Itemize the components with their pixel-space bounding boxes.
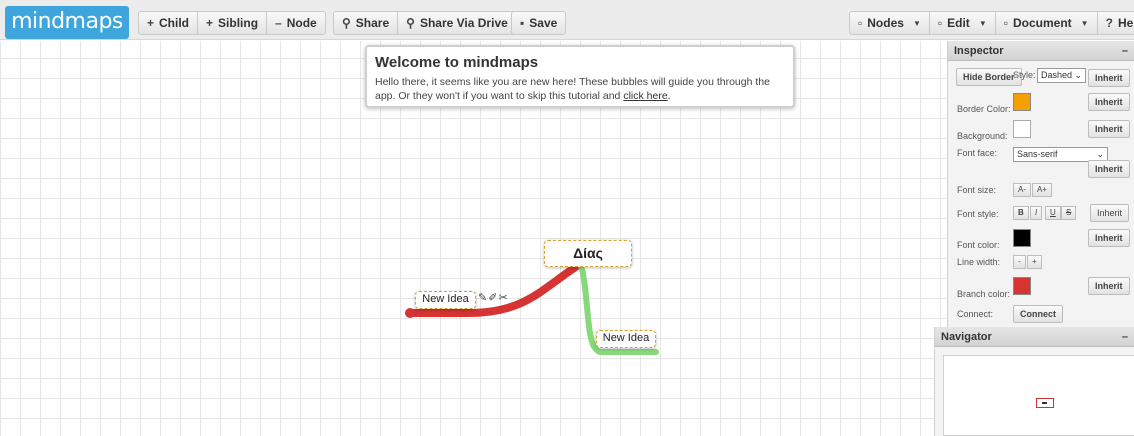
font-style-label: Font style: — [957, 209, 999, 219]
chevron-down-icon: ⌄ — [1074, 70, 1082, 80]
branch-color-label: Branch color: — [957, 289, 1011, 299]
child-node-right[interactable]: New Idea — [596, 330, 656, 348]
font-face-inherit-button[interactable]: Inherit — [1088, 160, 1130, 178]
bold-button[interactable]: B — [1013, 206, 1029, 220]
welcome-title: Welcome to mindmaps — [375, 54, 539, 71]
collapse-icon[interactable]: – — [1122, 41, 1128, 60]
attach-icon[interactable]: ✎ — [478, 291, 487, 304]
font-color-inherit-button[interactable]: Inherit — [1088, 229, 1130, 247]
inspector-panel: Inspector – Hide Border Style: Dashed ⌄ I… — [947, 41, 1134, 327]
line-width-decrease-button[interactable]: - — [1013, 255, 1026, 269]
background-inherit-button[interactable]: Inherit — [1088, 120, 1130, 138]
navigator-viewport-marker[interactable] — [1036, 398, 1054, 408]
underline-button[interactable]: U — [1045, 206, 1061, 220]
navigator-preview[interactable] — [943, 355, 1134, 436]
branch-left-end — [405, 308, 415, 318]
strikethrough-button[interactable]: S — [1061, 206, 1077, 220]
connect-label: Connect: — [957, 309, 994, 319]
document-menu[interactable]: ▫ Document ▼ — [994, 11, 1098, 35]
style-inherit-button[interactable]: Inherit — [1088, 69, 1130, 87]
hide-border-button[interactable]: Hide Border — [956, 68, 1022, 86]
navigator-panel: Navigator – — [934, 327, 1134, 436]
child-node-left[interactable]: New Idea — [415, 291, 476, 309]
branch-color-swatch[interactable] — [1013, 277, 1031, 295]
caret-down-icon: ▼ — [1080, 18, 1089, 28]
node-tools: ✎ ✐ ✂ — [478, 291, 508, 304]
font-size-label: Font size: — [957, 185, 997, 195]
style-select[interactable]: Dashed ⌄ — [1037, 68, 1086, 83]
connect-button[interactable]: Connect — [1013, 305, 1063, 323]
font-color-label: Font color: — [957, 240, 1000, 250]
help-icon: ? — [1105, 16, 1113, 30]
collapse-icon[interactable]: – — [1122, 327, 1128, 346]
scissors-icon[interactable]: ✂ — [498, 291, 507, 304]
inspector-header: Inspector – — [948, 41, 1134, 61]
caret-down-icon: ▼ — [978, 18, 987, 28]
line-width-increase-button[interactable]: + — [1027, 255, 1042, 269]
italic-button[interactable]: I — [1030, 206, 1043, 220]
border-color-swatch[interactable] — [1013, 93, 1031, 111]
font-style-inherit-button[interactable]: Inherit — [1090, 204, 1130, 222]
font-size-increase-button[interactable]: A+ — [1032, 183, 1053, 197]
branch-color-inherit-button[interactable]: Inherit — [1088, 277, 1130, 295]
font-color-swatch[interactable] — [1013, 229, 1031, 247]
font-size-decrease-button[interactable]: A- — [1013, 183, 1031, 197]
navigator-header: Navigator – — [935, 327, 1134, 347]
font-face-label: Font face: — [957, 148, 998, 158]
edit-icon[interactable]: ✐ — [488, 291, 497, 304]
skip-tutorial-link[interactable]: click here — [623, 90, 667, 102]
background-label: Background: — [957, 131, 1008, 141]
document-icon: ▫ — [1003, 16, 1008, 30]
border-color-inherit-button[interactable]: Inherit — [1088, 93, 1130, 111]
root-node[interactable]: Δίας — [544, 240, 632, 267]
welcome-bubble: Welcome to mindmaps Hello there, it seem… — [365, 45, 795, 108]
help-menu[interactable]: ?Help — [1096, 11, 1134, 35]
line-width-label: Line width: — [957, 257, 1001, 267]
style-label: Style: — [1013, 70, 1036, 80]
welcome-text: Hello there, it seems like you are new h… — [375, 76, 770, 102]
background-color-swatch[interactable] — [1013, 120, 1031, 138]
border-color-label: Border Color: — [957, 104, 1011, 114]
